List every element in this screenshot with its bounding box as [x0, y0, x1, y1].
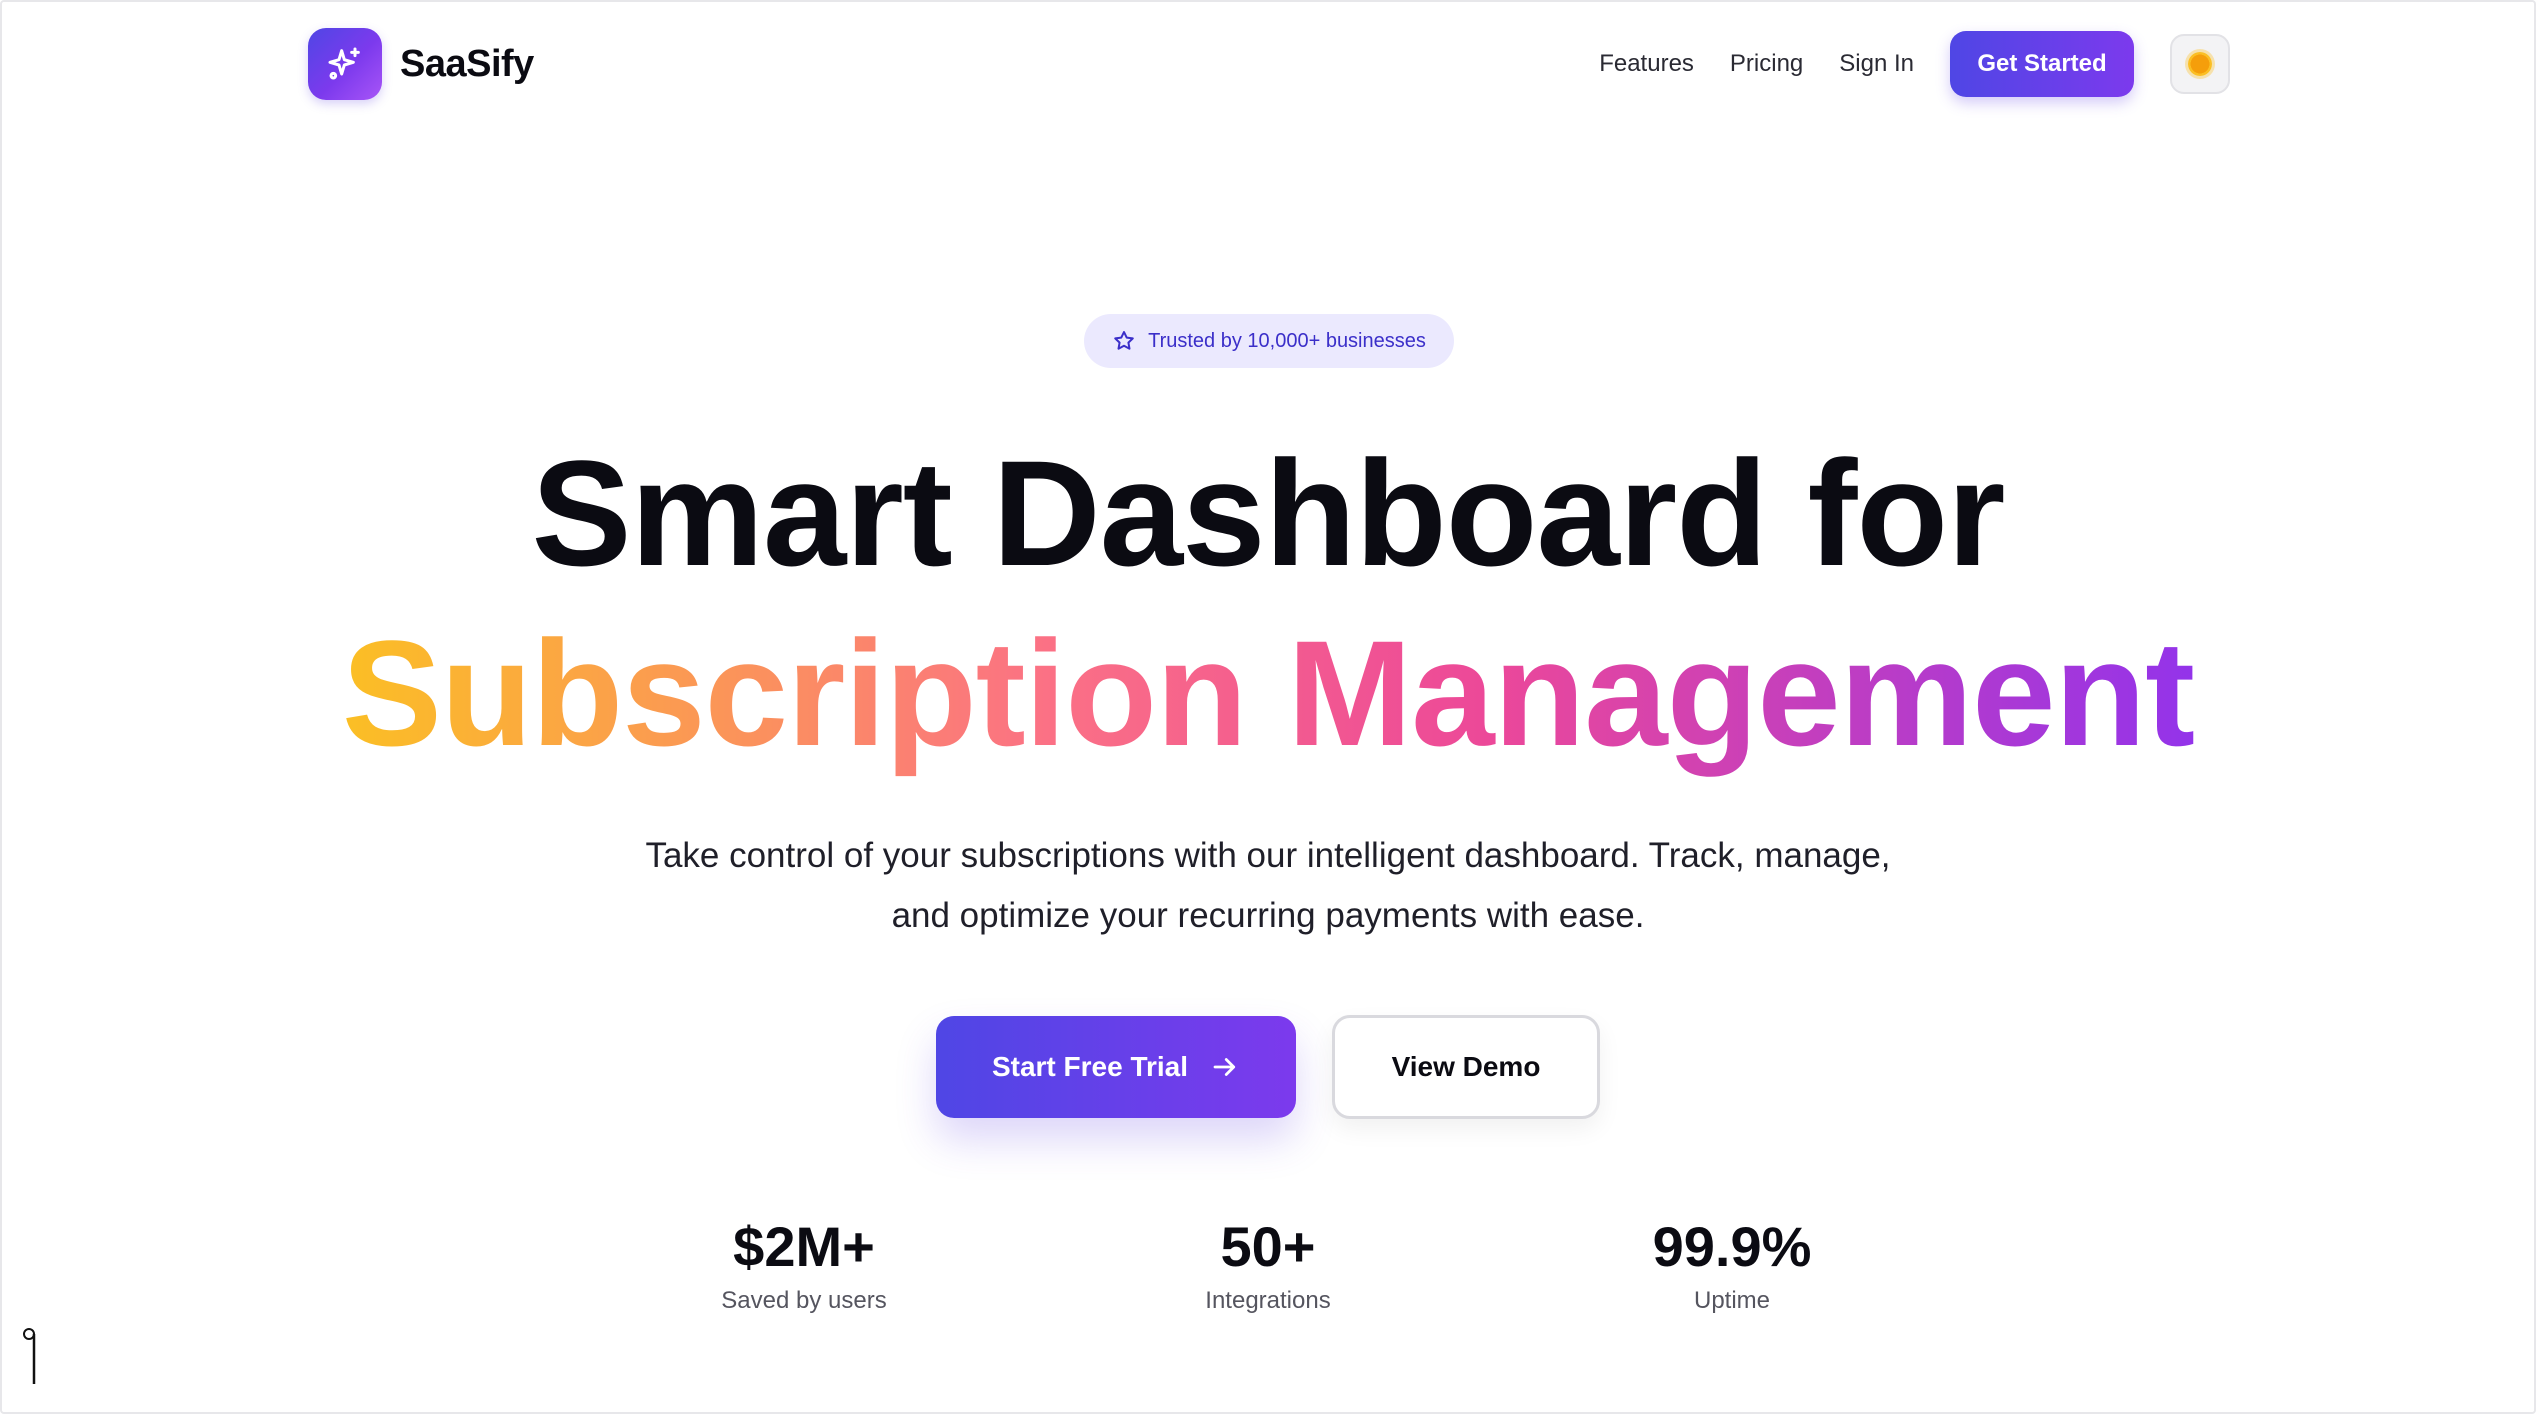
hero-title-line-1: Smart Dashboard for: [531, 429, 2006, 597]
hero-title-line-2: Subscription Management: [0, 608, 2536, 778]
stat-label: Integrations: [1205, 1287, 1331, 1314]
nav-link-sign-in[interactable]: Sign In: [1839, 50, 1914, 78]
hero-subtitle: Take control of your subscriptions with …: [568, 826, 1968, 946]
view-demo-button[interactable]: View Demo: [1332, 1015, 1600, 1119]
trust-badge: Trusted by 10,000+ businesses: [1084, 314, 1454, 368]
stat-saved: $2M+ Saved by users: [654, 1212, 954, 1318]
nav-link-pricing[interactable]: Pricing: [1730, 50, 1803, 78]
stat-value: $2M+: [733, 1215, 875, 1278]
stat-integrations: 50+ Integrations: [1118, 1212, 1418, 1318]
nav-link-features[interactable]: Features: [1599, 50, 1694, 78]
arrow-right-icon: [1213, 1058, 1236, 1076]
stat-value: 99.9%: [1652, 1215, 1812, 1278]
hero-subtitle-line-1: Take control of your subscriptions with …: [645, 836, 1891, 875]
main-nav: Features Pricing Sign In Get Started: [1599, 31, 2230, 97]
sparkles-logo-icon: [308, 28, 382, 100]
stat-label: Uptime: [1693, 1287, 1771, 1314]
stat-uptime: 99.9% Uptime: [1582, 1212, 1882, 1318]
sun-icon: [2188, 52, 2212, 76]
stat-label: Saved by users: [721, 1287, 887, 1314]
get-started-button[interactable]: Get Started: [1950, 31, 2134, 97]
theme-toggle-button[interactable]: [2170, 34, 2230, 94]
text-cursor-icon: [23, 1328, 36, 1384]
hero-title-gradient: Subscription Management: [341, 609, 2195, 777]
start-free-trial-label: Start Free Trial: [991, 1051, 1189, 1082]
stat-value: 50+: [1220, 1215, 1316, 1278]
start-free-trial-button[interactable]: Start Free Trial: [936, 1016, 1296, 1118]
hero-subtitle-line-2: and optimize your recurring payments wit…: [891, 896, 1645, 935]
brand[interactable]: SaaSify: [308, 28, 534, 100]
site-header: SaaSify Features Pricing Sign In Get Sta…: [308, 26, 2230, 102]
star-icon: [1114, 331, 1134, 350]
brand-name: SaaSify: [400, 42, 534, 85]
trust-badge-text: Trusted by 10,000+ businesses: [1148, 329, 1426, 352]
